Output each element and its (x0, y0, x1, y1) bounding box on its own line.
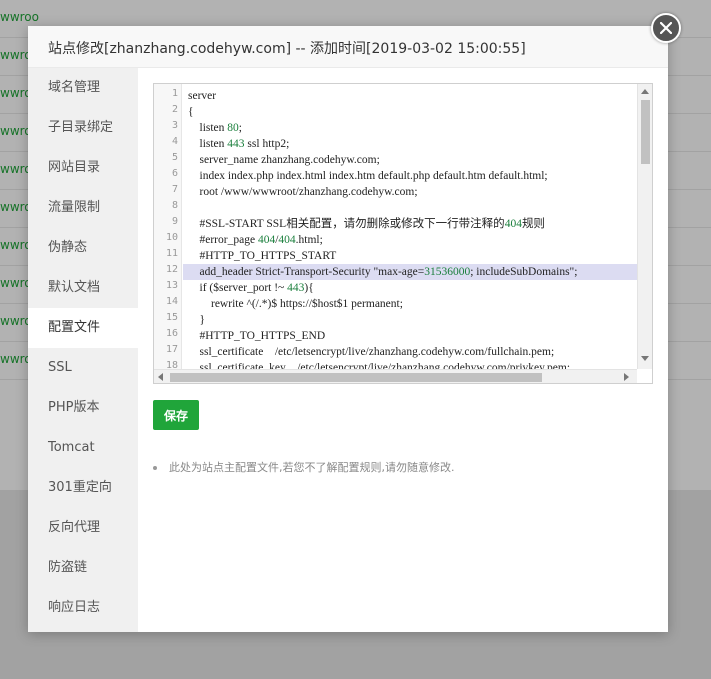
code-line: if ($server_port !~ 443){ (188, 282, 314, 294)
sidebar-item[interactable]: 配置文件 (28, 308, 138, 348)
scroll-down-arrow-icon[interactable] (641, 356, 649, 361)
code-line: listen 443 ssl http2; (188, 138, 290, 150)
line-number: 16 (165, 328, 178, 339)
config-note: 此处为站点主配置文件,若您不了解配置规则,请勿随意修改. (153, 459, 653, 475)
code-line: rewrite ^(/.*)$ https://$host$1 permanen… (188, 298, 403, 310)
code-line: #HTTP_TO_HTTPS_START (188, 250, 337, 262)
code-line: #error_page 404/404.html; (188, 234, 323, 246)
line-number: 11 (165, 248, 178, 259)
code-line: ssl_certificate_key /etc/letsencrypt/liv… (188, 362, 571, 369)
sidebar-item[interactable]: 反向代理 (28, 508, 138, 548)
bullet-icon (153, 466, 157, 470)
scroll-right-arrow-icon[interactable] (624, 373, 629, 381)
code-line: #HTTP_TO_HTTPS_END (188, 330, 326, 342)
horizontal-scroll-thumb[interactable] (170, 373, 542, 382)
code-line: } (188, 314, 206, 326)
line-number: 5 (171, 152, 178, 163)
line-number: 1 (171, 88, 178, 99)
sidebar-item[interactable]: 流量限制 (28, 188, 138, 228)
line-number: 8 (171, 200, 178, 211)
site-edit-modal: 站点修改[zhanzhang.codehyw.com] -- 添加时间[2019… (28, 26, 668, 632)
line-number: 9 (171, 216, 178, 227)
sidebar-item[interactable]: 子目录绑定 (28, 108, 138, 148)
code-line: server (188, 90, 217, 102)
line-number: 17 (165, 344, 178, 355)
line-number: 7 (171, 184, 178, 195)
code-line: #SSL-START SSL相关配置，请勿删除或修改下一行带注释的404规则 (188, 218, 545, 230)
close-icon (660, 22, 672, 34)
line-number: 12 (165, 264, 178, 275)
sidebar-item[interactable]: 301重定向 (28, 468, 138, 508)
modal-title: 站点修改[zhanzhang.codehyw.com] -- 添加时间[2019… (48, 41, 526, 57)
code-area[interactable]: server { listen 80; listen 443 ssl http2;… (183, 84, 637, 369)
config-content: 1 2 3 4 5 6 7 8 9 10 11 12 13 14 15 16 17 18 server{ list… (138, 68, 668, 632)
config-code-editor[interactable]: 1 2 3 4 5 6 7 8 9 10 11 12 13 14 15 16 17 18 server{ list… (153, 83, 653, 384)
config-note-text: 此处为站点主配置文件,若您不了解配置规则,请勿随意修改. (169, 461, 455, 474)
sidebar-item[interactable]: 域名管理 (28, 68, 138, 108)
sidebar-item[interactable]: 防盗链 (28, 548, 138, 588)
line-number: 6 (171, 168, 178, 179)
sidebar-item[interactable]: 默认文档 (28, 268, 138, 308)
code-line: ssl_certificate /etc/letsencrypt/live/zh… (188, 346, 555, 358)
scroll-left-arrow-icon[interactable] (158, 373, 163, 381)
vertical-scrollbar[interactable] (637, 84, 652, 369)
line-number: 10 (165, 232, 178, 243)
line-number: 13 (165, 280, 178, 291)
line-number: 15 (165, 312, 178, 323)
close-button[interactable] (651, 13, 681, 43)
sidebar-item[interactable]: Tomcat (28, 428, 138, 468)
sidebar-item[interactable]: 伪静态 (28, 228, 138, 268)
line-number: 4 (171, 136, 178, 147)
horizontal-scrollbar[interactable] (154, 369, 637, 383)
sidebar-item[interactable]: SSL (28, 348, 138, 388)
code-line: root /www/wwwroot/zhanzhang.codehyw.com; (188, 186, 418, 198)
sidebar-item[interactable]: PHP版本 (28, 388, 138, 428)
sidebar-item[interactable]: 响应日志 (28, 588, 138, 628)
code-line: { (188, 106, 194, 118)
scroll-up-arrow-icon[interactable] (641, 89, 649, 94)
vertical-scroll-thumb[interactable] (641, 100, 650, 164)
save-button[interactable]: 保存 (153, 400, 199, 430)
code-line: index index.php index.html index.htm def… (188, 170, 548, 182)
code-line: add_header Strict-Transport-Security "ma… (183, 264, 637, 280)
line-number: 14 (165, 296, 178, 307)
code-line: server_name zhanzhang.codehyw.com; (188, 154, 380, 166)
sidebar-item[interactable]: 网站目录 (28, 148, 138, 188)
line-number: 2 (171, 104, 178, 115)
line-number-gutter: 1 2 3 4 5 6 7 8 9 10 11 12 13 14 15 16 17 18 (154, 84, 182, 371)
modal-header: 站点修改[zhanzhang.codehyw.com] -- 添加时间[2019… (28, 26, 668, 68)
code-line: listen 80; (188, 122, 243, 134)
settings-sidebar: 域名管理 子目录绑定 网站目录 流量限制 伪静态 默认文档 配置文件 SSL PHP版本 Tomc… (28, 68, 138, 632)
line-number: 3 (171, 120, 178, 131)
